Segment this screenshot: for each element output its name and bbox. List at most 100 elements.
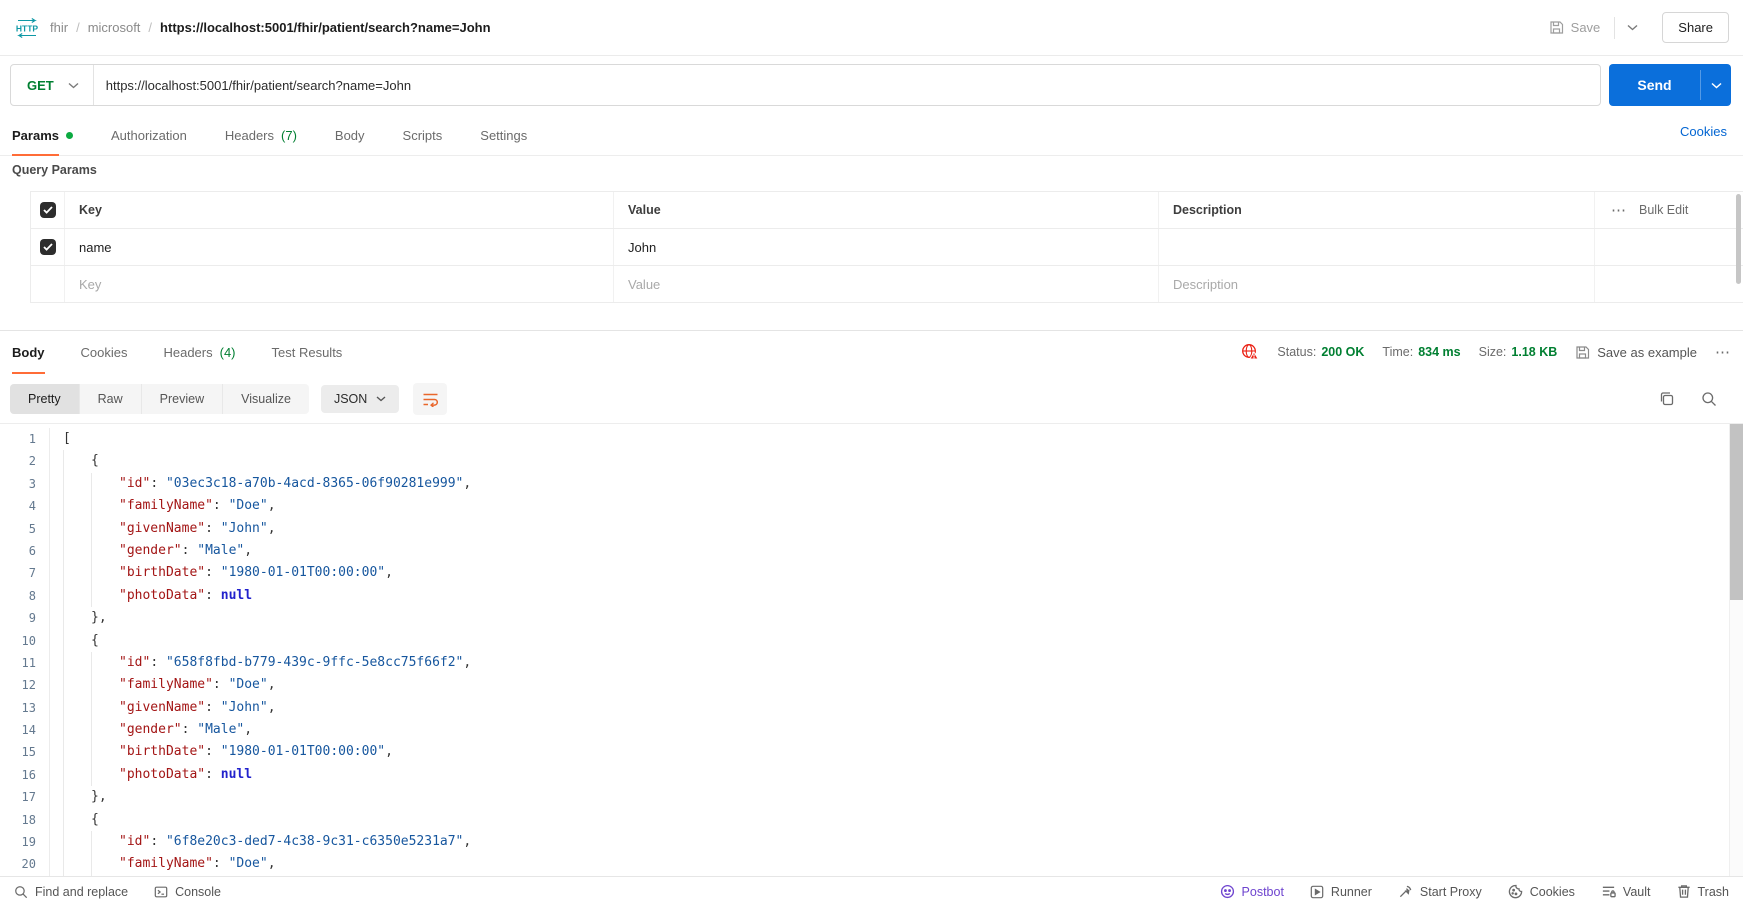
format-select[interactable]: JSON [320, 385, 400, 413]
send-options-button[interactable] [1701, 64, 1731, 106]
param-value-input[interactable]: Value [614, 266, 1159, 302]
row-checkbox[interactable] [39, 239, 56, 255]
view-pretty[interactable]: Pretty [10, 384, 80, 414]
save-as-example-button[interactable]: Save as example [1575, 345, 1697, 360]
divider [1614, 16, 1616, 39]
breadcrumb-folder[interactable]: microsoft [88, 20, 141, 35]
save-icon [1575, 345, 1590, 360]
tab-response-cookies[interactable]: Cookies [81, 331, 128, 373]
time-badge[interactable]: Time: 834 ms [1382, 345, 1460, 359]
runner-icon [1310, 885, 1324, 899]
indent-guide [63, 651, 91, 675]
runner-button[interactable]: Runner [1310, 885, 1372, 899]
line-number: 19 [0, 831, 50, 854]
table-row-placeholder: Key Value Description [31, 266, 1743, 303]
save-options-button[interactable] [1619, 20, 1646, 35]
indent-guide [63, 831, 91, 854]
copy-response-button[interactable] [1659, 391, 1675, 407]
line-number: 9 [0, 607, 50, 630]
search-response-button[interactable] [1701, 391, 1717, 407]
view-raw[interactable]: Raw [80, 384, 142, 414]
indent-guide [63, 517, 91, 540]
ssl-warning-icon[interactable] [1241, 343, 1260, 361]
param-description-input[interactable] [1159, 229, 1595, 265]
indent-guide [91, 741, 119, 764]
tab-params[interactable]: Params [12, 116, 73, 156]
tab-headers[interactable]: Headers (7) [225, 116, 297, 155]
code-line: 13 "givenName": "John", [0, 696, 1743, 720]
cookies-button[interactable]: Cookies [1508, 884, 1575, 899]
params-more-icon[interactable]: ⋯ [1611, 201, 1627, 219]
code-line: 6 "gender": "Male", [0, 539, 1743, 563]
select-all-checkbox[interactable] [39, 202, 56, 218]
chevron-down-icon [1627, 24, 1638, 31]
tab-response-headers[interactable]: Headers (4) [163, 331, 235, 373]
send-button[interactable]: Send [1609, 64, 1700, 106]
url-input[interactable]: https://localhost:5001/fhir/patient/sear… [94, 78, 411, 93]
cookie-icon [1508, 884, 1523, 899]
tab-authorization[interactable]: Authorization [111, 116, 187, 155]
tab-scripts[interactable]: Scripts [403, 116, 443, 155]
indent-guide [63, 763, 91, 787]
param-key-input[interactable]: name [65, 229, 614, 265]
chevron-down-icon [376, 396, 386, 402]
status-bar: Find and replace Console Postbot Runner … [0, 876, 1743, 906]
line-number: 8 [0, 584, 50, 608]
response-more-icon[interactable]: ⋯ [1715, 343, 1731, 361]
indent-guide [91, 696, 119, 720]
indent-guide [63, 629, 91, 652]
code-line: 9}, [0, 607, 1743, 630]
line-number: 17 [0, 786, 50, 809]
response-toolbar: Pretty Raw Preview Visualize JSON [0, 378, 1743, 420]
indent-guide [63, 562, 91, 585]
param-value-input[interactable]: John [614, 229, 1159, 265]
breadcrumb-collection[interactable]: fhir [50, 20, 68, 35]
indent-guide [63, 674, 91, 697]
size-badge[interactable]: Size: 1.18 KB [1479, 345, 1558, 359]
postbot-button[interactable]: Postbot [1220, 884, 1284, 899]
indent-guide [91, 674, 119, 697]
http-method-icon: HTTP [14, 17, 40, 38]
tab-response-body[interactable]: Body [12, 331, 45, 374]
postman-window: HTTP fhir / microsoft / https://localhos… [0, 0, 1743, 906]
params-scrollbar[interactable] [1736, 194, 1741, 284]
param-key-input[interactable]: Key [65, 266, 614, 302]
request-url-box: GET https://localhost:5001/fhir/patient/… [10, 64, 1601, 106]
find-and-replace-button[interactable]: Find and replace [14, 885, 128, 899]
view-preview[interactable]: Preview [142, 384, 224, 414]
vault-icon [1601, 884, 1616, 899]
param-description-input[interactable]: Description [1159, 266, 1595, 302]
indent-guide [91, 495, 119, 518]
status-badge[interactable]: Status: 200 OK [1277, 345, 1364, 359]
svg-text:HTTP: HTTP [16, 23, 39, 33]
share-button[interactable]: Share [1662, 12, 1729, 43]
line-number: 3 [0, 472, 50, 496]
code-line: 8 "photoData": null [0, 584, 1743, 608]
start-proxy-button[interactable]: Start Proxy [1398, 884, 1482, 899]
tab-settings[interactable]: Settings [480, 116, 527, 155]
chevron-down-icon[interactable] [68, 82, 79, 89]
console-button[interactable]: Console [154, 885, 221, 899]
vault-button[interactable]: Vault [1601, 884, 1651, 899]
save-button[interactable]: Save [1539, 14, 1611, 41]
indent-guide [63, 450, 91, 473]
view-visualize[interactable]: Visualize [223, 384, 309, 414]
indent-guide [91, 562, 119, 585]
bulk-edit-button[interactable]: Bulk Edit [1639, 203, 1688, 217]
tab-test-results[interactable]: Test Results [272, 331, 343, 373]
breadcrumb: fhir / microsoft / https://localhost:500… [50, 20, 491, 35]
method-select[interactable]: GET [11, 78, 68, 93]
line-number: 14 [0, 719, 50, 742]
trash-button[interactable]: Trash [1677, 884, 1729, 899]
line-number: 11 [0, 651, 50, 675]
response-body-code[interactable]: 1[2{3 "id": "03ec3c18-a70b-4acd-8365-06f9… [0, 423, 1743, 876]
response-scrollbar-thumb[interactable] [1730, 424, 1743, 600]
indent-guide [91, 853, 119, 876]
indent-guide [63, 539, 91, 563]
cookies-link[interactable]: Cookies [1680, 124, 1727, 139]
postbot-icon [1220, 884, 1235, 899]
wrap-lines-button[interactable] [413, 383, 448, 415]
tab-body[interactable]: Body [335, 116, 365, 155]
send-button-group: Send [1609, 64, 1731, 106]
code-line: 12 "familyName": "Doe", [0, 674, 1743, 697]
